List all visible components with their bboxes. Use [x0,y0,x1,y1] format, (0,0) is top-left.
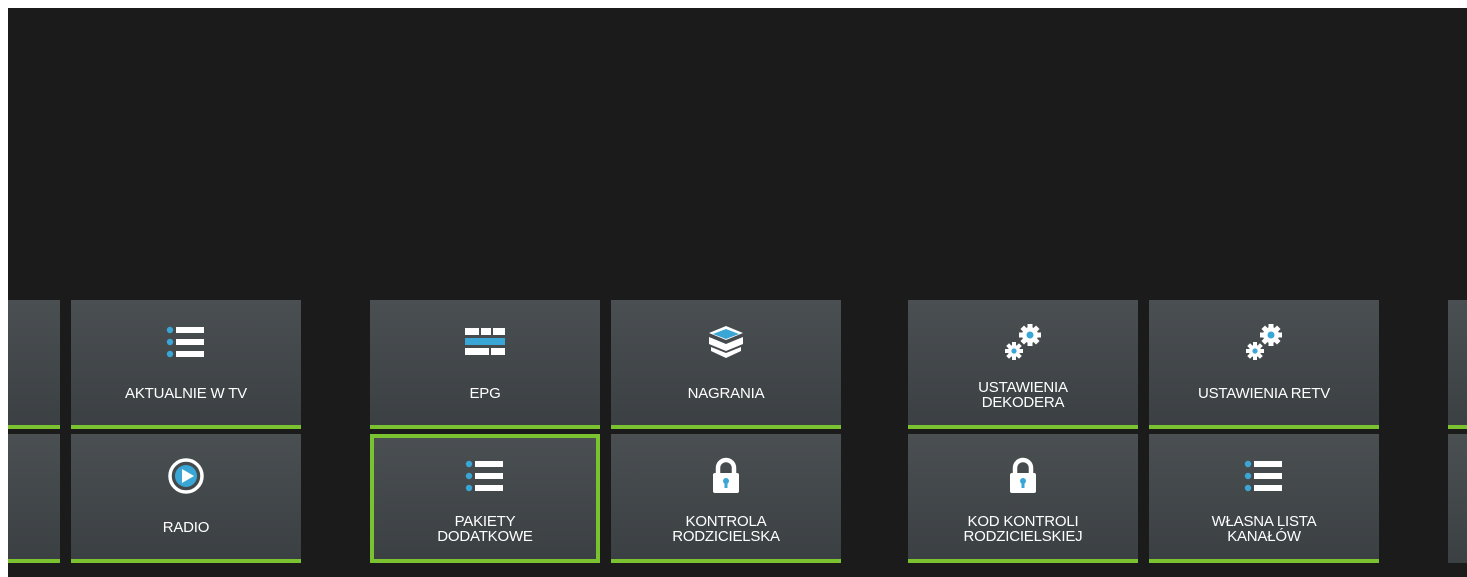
menu-tile-partial-right-top[interactable] [1448,300,1467,429]
gears-icon [1001,322,1045,362]
lock-icon [1001,456,1045,496]
menu-tile-partial-left-bottom[interactable] [8,434,60,563]
tile-label: USTAWIENIA RETV [1197,385,1330,402]
tile-label: KOD KONTROLI RODZICIELSKIEJ [963,513,1083,545]
tile-label: NAGRANIA [687,385,765,402]
tv-menu-screen: AKTUALNIE W TV EPG NAGRANIA USTAWIENIA D… [8,8,1467,577]
menu-tile-ustawienia-retv[interactable]: USTAWIENIA RETV [1149,300,1379,429]
menu-tile-epg[interactable]: EPG [370,300,600,429]
lock-icon [704,456,748,496]
tile-label: PAKIETY DODATKOWE [437,513,533,545]
list-icon [463,456,507,496]
menu-tile-radio[interactable]: RADIO [71,434,301,563]
open-box-icon [704,322,748,362]
tile-label: RADIO [162,519,210,536]
menu-tile-aktualnie-w-tv[interactable]: AKTUALNIE W TV [71,300,301,429]
tile-label: USTAWIENIA DEKODERA [978,379,1068,411]
menu-tile-partial-left-top[interactable] [8,300,60,429]
menu-tile-nagrania[interactable]: NAGRANIA [611,300,841,429]
menu-tile-kontrola-rodzicielska[interactable]: KONTROLA RODZICIELSKA [611,434,841,563]
tile-label: AKTUALNIE W TV [125,385,247,402]
gears-icon [1242,322,1286,362]
list-icon [164,322,208,362]
tile-label: EPG [469,385,501,402]
epg-grid-icon [463,322,507,362]
list-icon [1242,456,1286,496]
play-circle-icon [164,456,208,496]
menu-tile-kod-kontroli-rodzicielskiej[interactable]: KOD KONTROLI RODZICIELSKIEJ [908,434,1138,563]
tile-label: WŁASNA LISTA KANAŁÓW [1211,513,1317,545]
menu-tile-wlasna-lista-kanalow[interactable]: WŁASNA LISTA KANAŁÓW [1149,434,1379,563]
menu-tile-pakiety-dodatkowe[interactable]: PAKIETY DODATKOWE [370,434,600,563]
tile-label: KONTROLA RODZICIELSKA [672,513,780,545]
menu-tile-partial-right-bottom[interactable] [1448,434,1467,563]
menu-tile-ustawienia-dekodera[interactable]: USTAWIENIA DEKODERA [908,300,1138,429]
